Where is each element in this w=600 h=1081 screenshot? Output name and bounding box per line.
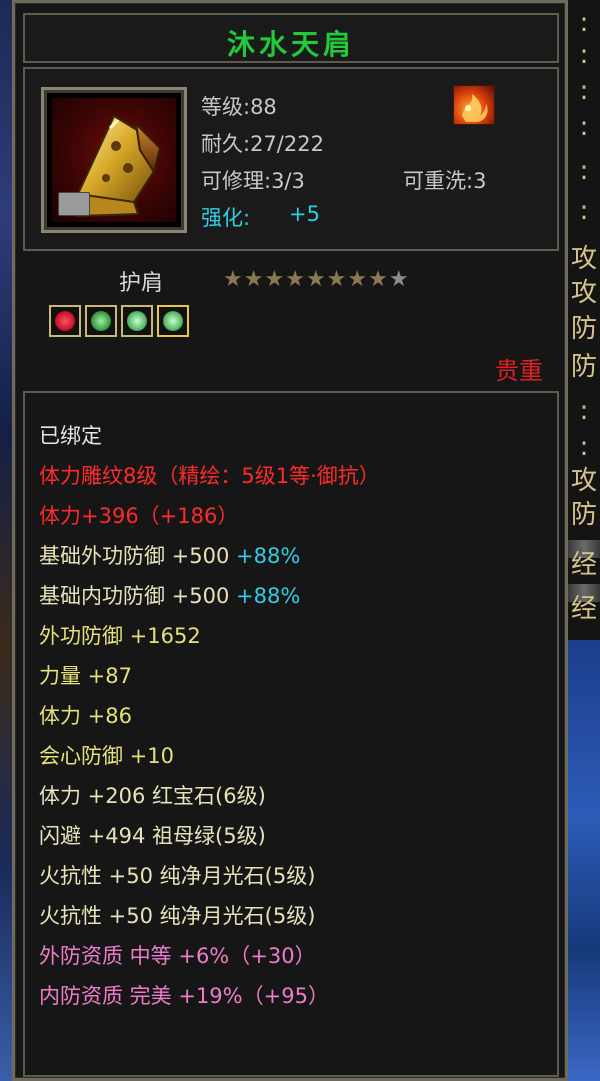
fire-element-icon — [453, 85, 495, 125]
shoulder-armor-icon — [52, 98, 176, 222]
bg-char: 防 — [570, 314, 597, 344]
item-name: 沐水天肩 — [226, 28, 355, 61]
rarity-label: 贵重 — [495, 357, 543, 385]
slot-section: 护肩 ★★★★★★★★★ 贵重 — [23, 255, 559, 387]
title-bar: 沐水天肩 — [23, 13, 559, 63]
bg-char: 攻 — [570, 466, 597, 496]
bg-char: 攻 — [570, 244, 597, 274]
bg-char: : — [579, 396, 589, 426]
star-filled-icon: ★ — [223, 267, 244, 292]
base-int-def: 基础内功防御 +500 +88% — [39, 581, 300, 611]
background-left-strip — [0, 0, 12, 1081]
item-repairable: 可修理:3/3 — [201, 169, 305, 193]
strength: 力量 +87 — [39, 664, 132, 688]
bg-char: : — [579, 112, 589, 142]
bound-lock-icon — [58, 192, 90, 216]
star-empty-icon: ★ — [388, 267, 410, 292]
attribute-list: 已绑定 体力雕纹8级（精绘：5级1等·御抗） 体力+396（+186） 基础外功… — [23, 391, 559, 1077]
star-filled-icon: ★ — [305, 267, 327, 292]
base-int-def-pct: +88% — [236, 584, 301, 608]
star-filled-icon: ★ — [368, 267, 389, 292]
base-ext-def-value: 基础外功防御 +500 — [39, 544, 230, 568]
bg-char: 防 — [570, 352, 597, 382]
star-filled-icon: ★ — [347, 267, 369, 292]
bg-char: : — [579, 432, 589, 462]
ruby-gem-icon — [49, 305, 81, 337]
star-rating: ★★★★★★★★★ — [223, 267, 410, 292]
gem-stat-dodge: 闪避 +494 祖母绿(5级) — [39, 824, 266, 848]
engraving-line: 体力雕纹8级（精绘：5级1等·御抗） — [39, 464, 380, 488]
star-filled-icon: ★ — [264, 267, 286, 292]
item-icon-frame — [41, 87, 187, 233]
item-tooltip: 沐水天肩 等级:88 耐久:27/222 可修理:3/3 可重洗:3 强化: +… — [12, 0, 568, 1081]
item-durability: 耐久:27/222 — [201, 132, 324, 156]
star-filled-icon: ★ — [326, 267, 348, 292]
item-summary: 等级:88 耐久:27/222 可修理:3/3 可重洗:3 强化: +5 — [23, 67, 559, 251]
jade-gem-icon — [121, 305, 153, 337]
bg-char: : — [579, 196, 589, 226]
stamina: 体力 +86 — [39, 704, 132, 728]
base-int-def-value: 基础内功防御 +500 — [39, 584, 230, 608]
bg-char: : — [579, 156, 589, 186]
background-right-panel: : : : : : : 攻 攻 防 防 : : 攻 防 经 经 — [568, 0, 600, 1081]
bg-char: 经 — [570, 550, 597, 580]
jade-gem-icon — [157, 305, 189, 337]
engraving-stat: 体力+396（+186） — [39, 504, 239, 528]
quality-int-def: 内防资质 完美 +19%（+95） — [39, 984, 329, 1008]
bg-char: 经 — [570, 594, 597, 624]
base-ext-def: 基础外功防御 +500 +88% — [39, 541, 300, 571]
emerald-gem-icon — [85, 305, 117, 337]
bg-char: : — [579, 76, 589, 106]
bg-map-water — [568, 640, 600, 1081]
item-rewashable: 可重洗:3 — [403, 169, 487, 193]
bg-char: : — [579, 8, 589, 38]
enhance-label: 强化: — [201, 206, 251, 230]
quality-ext-def: 外防资质 中等 +6%（+30） — [39, 944, 316, 968]
crit-def: 会心防御 +10 — [39, 744, 174, 768]
item-level: 等级:88 — [201, 95, 277, 119]
star-filled-icon: ★ — [243, 267, 265, 292]
bg-char: 防 — [570, 500, 597, 530]
equip-slot-name: 护肩 — [119, 271, 164, 296]
enhance-value: +5 — [289, 202, 320, 226]
gem-stat-fire-1: 火抗性 +50 纯净月光石(5级) — [39, 864, 316, 888]
gem-stat-fire-2: 火抗性 +50 纯净月光石(5级) — [39, 904, 316, 928]
ext-def: 外功防御 +1652 — [39, 624, 201, 648]
base-ext-def-pct: +88% — [236, 544, 301, 568]
gem-stat-stamina: 体力 +206 红宝石(6级) — [39, 784, 266, 808]
bg-char: 攻 — [570, 278, 597, 308]
star-filled-icon: ★ — [285, 267, 306, 292]
bound-status: 已绑定 — [39, 424, 102, 448]
bg-char: : — [579, 40, 589, 70]
